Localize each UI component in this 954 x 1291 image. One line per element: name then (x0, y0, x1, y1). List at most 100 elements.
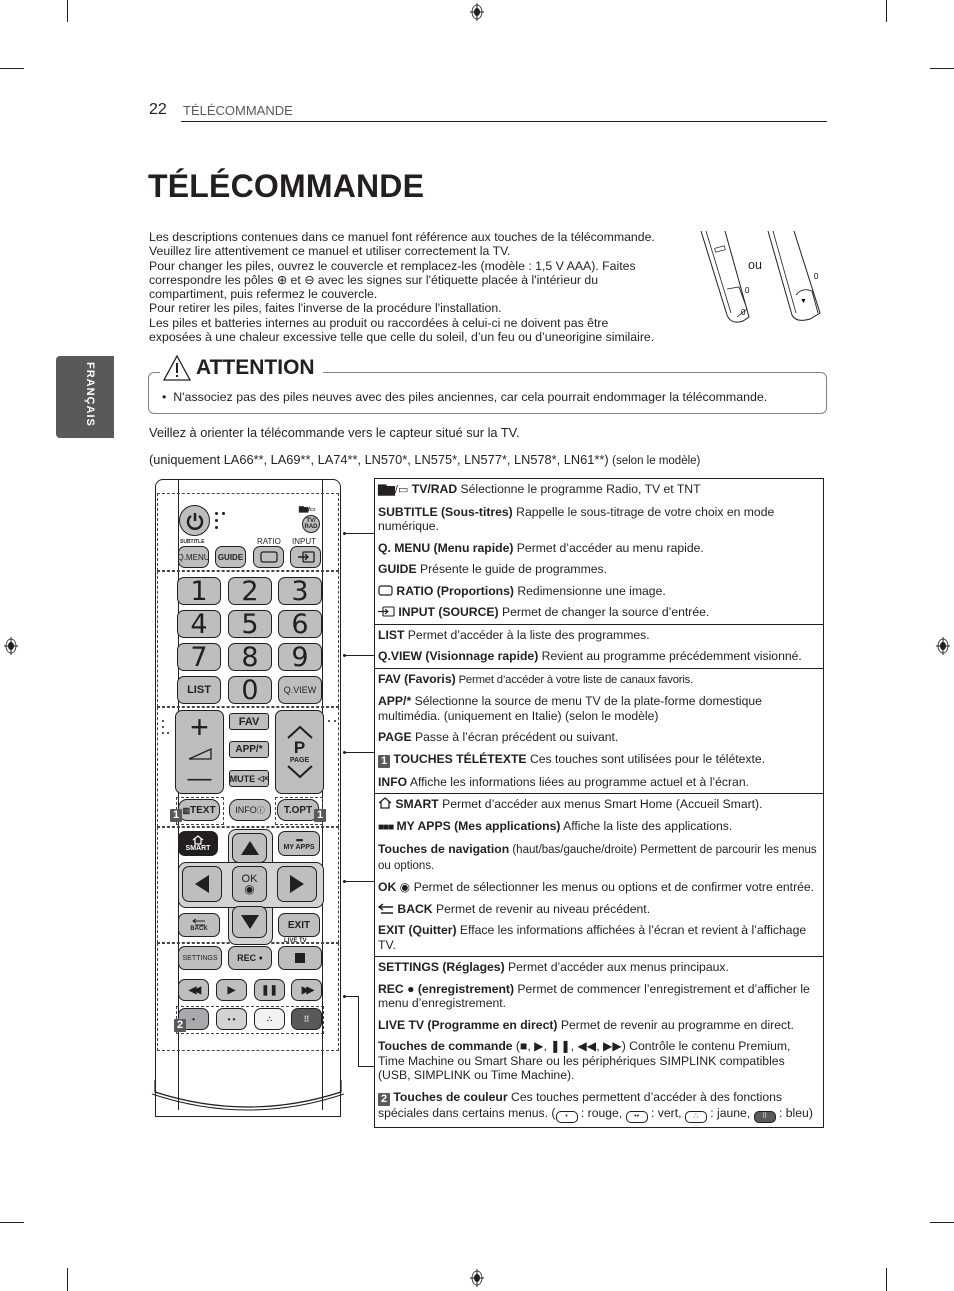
color-button-green[interactable]: • • (216, 1008, 247, 1030)
guide-button[interactable]: GUIDE (215, 546, 246, 568)
desc-row: INFO Affiche les informations liées au p… (378, 774, 749, 789)
desc-row: GUIDE Présente le guide de programmes. (378, 562, 607, 576)
color-key-blue-icon: ⠿ (753, 1110, 776, 1123)
number-2-button[interactable]: 2 (228, 576, 272, 607)
desc-section-4: SMART Permet d’accéder aux menus Smart H… (375, 793, 823, 956)
desc-row: ■■■ MY APPS (Mes applications) Affiche l… (378, 818, 733, 833)
svg-text:0: 0 (745, 286, 750, 295)
qview-button[interactable]: Q.VIEW (278, 676, 322, 704)
pause-icon: ❚❚ (261, 984, 278, 996)
header-rule (181, 121, 827, 122)
play-button[interactable]: ▶ (216, 979, 247, 1001)
livetv-stop-button[interactable] (278, 946, 322, 970)
indicator-dot (334, 720, 336, 722)
smart-button[interactable]: SMART (178, 831, 218, 856)
battery-cover-illustration-1: 0 0 (700, 230, 750, 323)
number-0-button[interactable]: 0 (228, 675, 272, 706)
page-up-icon[interactable] (286, 725, 314, 739)
fav-button[interactable]: FAV (229, 713, 269, 730)
desc-row: LIST Permet d’accéder à la liste des pro… (378, 627, 650, 642)
indicator-dot (215, 512, 218, 515)
registration-mark-icon (470, 1269, 484, 1287)
indicator-dot (162, 726, 164, 728)
livetv-label: LIVE TV (284, 938, 307, 944)
intro-text: Les descriptions contenues dans ce manue… (149, 230, 655, 345)
number-4-button[interactable]: 4 (177, 609, 221, 640)
volume-up[interactable]: + (190, 711, 209, 743)
model-note: (uniquement LA66**, LA69**, LA74**, LN57… (149, 452, 701, 467)
number-5-button[interactable]: 5 (228, 609, 272, 640)
input-button[interactable] (290, 546, 321, 568)
volume-rocker[interactable]: + — (175, 710, 224, 794)
number-9-button[interactable]: 9 (278, 642, 322, 673)
tvrad-button[interactable]: TV/ RAD (302, 515, 320, 533)
number-6-button[interactable]: 6 (278, 609, 322, 640)
color-button-yellow[interactable]: ∴ (254, 1008, 285, 1030)
app-button[interactable]: APP/* (229, 741, 269, 758)
number-1-button[interactable]: 1 (177, 576, 221, 607)
pause-button[interactable]: ❚❚ (254, 979, 285, 1001)
teletext-badge: 1 (314, 809, 326, 822)
or-label: ou (748, 258, 762, 272)
mute-button[interactable]: MUTE ◁× (229, 770, 269, 787)
arrow-up-icon (240, 841, 259, 855)
connector-line (358, 996, 359, 1066)
ok-icon: ◉ (244, 882, 255, 896)
mute-icon: ◁× (257, 774, 269, 783)
desc-row: Touches de navigation (haut/bas/gauche/d… (378, 842, 817, 872)
page-down-icon[interactable] (286, 765, 314, 779)
svg-text:0: 0 (741, 308, 746, 317)
nav-right-button[interactable] (277, 866, 317, 902)
connector-dot (343, 751, 346, 754)
indicator-dot (215, 519, 218, 522)
text-button[interactable]: ▥ TEXT (178, 799, 220, 821)
crop-mark (930, 1222, 954, 1223)
nav-up-button[interactable] (232, 833, 267, 863)
back-button[interactable]: BACK (178, 913, 220, 937)
number-8-button[interactable]: 8 (228, 642, 272, 673)
back-arrow-icon (377, 902, 393, 914)
ok-icon: ◉ (399, 880, 411, 894)
connector-dot (343, 995, 346, 998)
indicator-dot (215, 526, 218, 529)
nav-left-button[interactable] (182, 866, 222, 902)
input-icon (378, 606, 395, 617)
crop-mark (886, 1268, 887, 1291)
arrow-down-icon (240, 915, 259, 929)
desc-row: SETTINGS (Réglages) Permet d’accéder aux… (378, 960, 729, 974)
topt-button[interactable]: T.OPT (277, 799, 319, 821)
volume-down[interactable]: — (188, 766, 212, 790)
info-button[interactable]: INFO ⓘ (229, 799, 271, 821)
subtitle-label: SUBTITLE (180, 539, 205, 545)
color-keys-badge: 2 (174, 1019, 186, 1032)
apps-grid-icon: ■■■ (378, 821, 394, 833)
desc-row: Q. MENU (Menu rapide) Permet d’accéder a… (378, 540, 704, 555)
fast-forward-button[interactable]: ▶▶ (291, 979, 322, 1001)
tvrad-icon: ▇▆/▭ (378, 484, 409, 496)
color-keys-badge: 2 (378, 1092, 390, 1106)
desc-row: LIVE TV (Programme en direct) Permet de … (378, 1017, 794, 1032)
desc-row: PAGE Passe à l’écran précédent ou suivan… (378, 730, 619, 744)
settings-button[interactable]: SETTINGS (178, 946, 222, 970)
desc-row: SMART Permet d’accéder aux menus Smart H… (378, 797, 820, 812)
connector-line (345, 655, 374, 656)
indicator-dot (222, 512, 225, 515)
exit-button[interactable]: EXIT (278, 913, 320, 937)
ok-button[interactable]: OK ◉ (232, 866, 267, 902)
connector-dot (343, 654, 346, 657)
number-7-button[interactable]: 7 (177, 642, 221, 673)
myapps-button[interactable]: ▪▪▪ MY APPS (278, 831, 320, 856)
ratio-button[interactable] (253, 546, 284, 568)
color-button-blue[interactable]: ⠿ (291, 1008, 322, 1030)
page-rocker[interactable]: P PAGE (275, 710, 324, 794)
qmenu-button[interactable]: Q.MENU (178, 546, 210, 568)
nav-down-button[interactable] (232, 906, 267, 938)
power-button[interactable] (179, 505, 210, 536)
number-3-button[interactable]: 3 (278, 576, 322, 607)
indicator-dot (162, 720, 164, 722)
running-head: TÉLÉCOMMANDE (183, 103, 293, 118)
registration-mark-icon (470, 3, 484, 21)
rec-button[interactable]: REC ● (228, 946, 272, 970)
list-button[interactable]: LIST (177, 676, 221, 704)
rewind-button[interactable]: ◀◀ (178, 979, 209, 1001)
